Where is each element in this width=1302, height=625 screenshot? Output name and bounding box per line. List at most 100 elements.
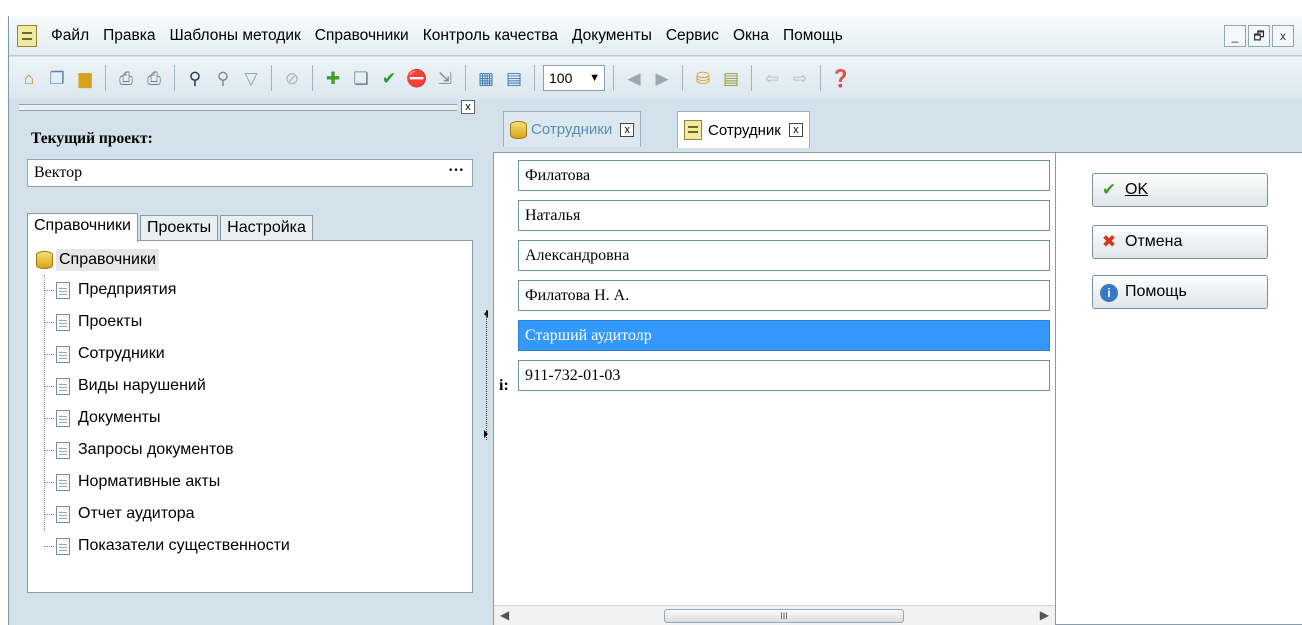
help-button[interactable]: i Помощь	[1092, 275, 1268, 309]
minimize-button[interactable]: _	[1224, 25, 1246, 47]
menu-file[interactable]: Файл	[51, 27, 89, 45]
ok-button[interactable]: ✔ OK	[1092, 173, 1268, 207]
folder-icon[interactable]: ▆	[73, 66, 97, 90]
vertical-splitter[interactable]	[483, 100, 491, 625]
panel-drag-handle[interactable]	[19, 104, 457, 111]
tree-root[interactable]: Справочники	[36, 249, 159, 271]
menu-service[interactable]: Сервис	[666, 27, 719, 45]
export-icon[interactable]: ⇲	[433, 66, 457, 90]
surname-field[interactable]: Филатова	[518, 160, 1050, 191]
home-icon[interactable]: ⌂	[17, 66, 41, 90]
pages-icon[interactable]: ❐	[45, 66, 69, 90]
current-project-field[interactable]: Вектор ···	[27, 159, 473, 187]
employee-form: Филатова Наталья Александровна Филатова …	[494, 153, 1056, 625]
cancel-x-icon: ✖	[1101, 232, 1117, 251]
filter-icon[interactable]: ▽	[239, 66, 263, 90]
document-icon	[56, 409, 70, 427]
navigator-panel: x Текущий проект: Вектор ··· Справочники…	[9, 100, 483, 625]
short-name-field[interactable]: Филатова Н. А.	[518, 280, 1050, 311]
delete-icon[interactable]: ⛔	[405, 66, 429, 90]
zoom-value: 100	[549, 70, 573, 86]
toolbar-separator	[682, 65, 683, 91]
tree-item-documents[interactable]: Документы	[44, 409, 160, 427]
search-next-icon[interactable]: ⚲	[211, 66, 235, 90]
horizontal-scrollbar[interactable]: ◀ III ▶	[494, 605, 1055, 625]
scroll-right-icon[interactable]: ▶	[1040, 608, 1049, 622]
database-icon[interactable]: ⛁	[691, 66, 715, 90]
restore-button[interactable]: 🗗	[1248, 25, 1270, 47]
tree-item-employees[interactable]: Сотрудники	[44, 345, 165, 363]
document-icon	[56, 313, 70, 331]
toolbar-separator	[312, 65, 313, 91]
notes-icon	[684, 120, 702, 140]
toolbar-separator	[465, 65, 466, 91]
menu-documents[interactable]: Документы	[572, 27, 652, 45]
phone-label: і:	[499, 377, 509, 394]
tab-projects[interactable]: Проекты	[139, 215, 219, 242]
calculator-icon[interactable]: ▦	[474, 66, 498, 90]
toolbar-separator	[751, 65, 752, 91]
scroll-left-icon[interactable]: ◀	[500, 608, 509, 622]
notes-icon[interactable]: ▤	[719, 66, 743, 90]
database-icon	[36, 251, 53, 269]
toolbar-separator	[820, 65, 821, 91]
menu-quality-control[interactable]: Контроль качества	[423, 27, 558, 45]
scrollbar-thumb[interactable]: III	[664, 609, 904, 623]
close-tab-employee-card[interactable]: x	[788, 123, 803, 137]
document-tabs: Сотрудники x Сотрудник x	[493, 100, 1302, 148]
back-circle-icon[interactable]: ◀	[622, 66, 646, 90]
tree-item-regulations[interactable]: Нормативные акты	[44, 473, 220, 491]
arrow-right-icon[interactable]: ⇨	[788, 66, 812, 90]
print-preview-icon[interactable]: ⎙	[114, 66, 138, 90]
calendar-icon[interactable]: ▤	[502, 66, 526, 90]
tab-settings[interactable]: Настройка	[220, 215, 313, 242]
panel-close-button[interactable]: x	[461, 100, 475, 114]
application-window: Файл Правка Шаблоны методик Справочники …	[8, 16, 1302, 625]
document-icon	[56, 345, 70, 363]
name-field[interactable]: Наталья	[518, 200, 1050, 231]
database-icon	[510, 120, 527, 139]
menu-windows[interactable]: Окна	[733, 27, 769, 45]
tree-item-auditor-report[interactable]: Отчет аудитора	[44, 505, 195, 523]
expand-right-icon[interactable]	[484, 430, 488, 438]
tree-item-violation-types[interactable]: Виды нарушений	[44, 377, 206, 395]
apply-icon[interactable]: ✔	[377, 66, 401, 90]
tree-item-enterprises[interactable]: Предприятия	[44, 281, 176, 299]
zoom-select[interactable]: 100 ▼	[543, 65, 605, 91]
menu-edit[interactable]: Правка	[103, 27, 155, 45]
toolbar-separator	[174, 65, 175, 91]
tree-item-projects[interactable]: Проекты	[44, 313, 142, 331]
close-window-button[interactable]: x	[1272, 25, 1294, 47]
tree-item-document-requests[interactable]: Запросы документов	[44, 441, 233, 459]
stop-icon[interactable]: ⊘	[280, 66, 304, 90]
close-tab-employees-list[interactable]: x	[620, 122, 635, 137]
tab-employees-list[interactable]: Сотрудники x	[503, 111, 642, 147]
search-icon[interactable]: ⚲	[183, 66, 207, 90]
menu-help[interactable]: Помощь	[783, 27, 843, 45]
browse-button[interactable]: ···	[448, 162, 464, 180]
forward-circle-icon[interactable]: ▶	[650, 66, 674, 90]
tab-references[interactable]: Справочники	[27, 213, 138, 242]
menu-references[interactable]: Справочники	[315, 27, 409, 45]
phone-field[interactable]: 911-732-01-03	[518, 360, 1050, 391]
employee-form-frame: Филатова Наталья Александровна Филатова …	[493, 152, 1302, 625]
chevron-down-icon: ▼	[589, 72, 600, 84]
print-icon[interactable]: ⎙	[142, 66, 166, 90]
copy-icon[interactable]: ❏	[349, 66, 373, 90]
cancel-button[interactable]: ✖ Отмена	[1092, 225, 1268, 259]
toolbar-separator	[613, 65, 614, 91]
patronymic-field[interactable]: Александровна	[518, 240, 1050, 271]
toolbar-separator	[271, 65, 272, 91]
menu-bar: Файл Правка Шаблоны методик Справочники …	[9, 16, 1302, 56]
arrow-left-icon[interactable]: ⇦	[760, 66, 784, 90]
position-field[interactable]: Старший аудитолр	[518, 320, 1050, 351]
menu-method-templates[interactable]: Шаблоны методик	[169, 27, 300, 45]
tab-employee-card[interactable]: Сотрудник x	[677, 111, 810, 148]
splitter-grip	[486, 310, 488, 440]
navigator-tabs: Справочники Проекты Настройка	[27, 213, 315, 242]
tree-item-materiality-indicators[interactable]: Показатели существенности	[44, 537, 290, 555]
help-icon[interactable]: ❓	[829, 66, 853, 90]
current-project-label: Текущий проект:	[31, 130, 153, 147]
add-icon[interactable]: ✚	[321, 66, 345, 90]
document-icon	[56, 473, 70, 491]
